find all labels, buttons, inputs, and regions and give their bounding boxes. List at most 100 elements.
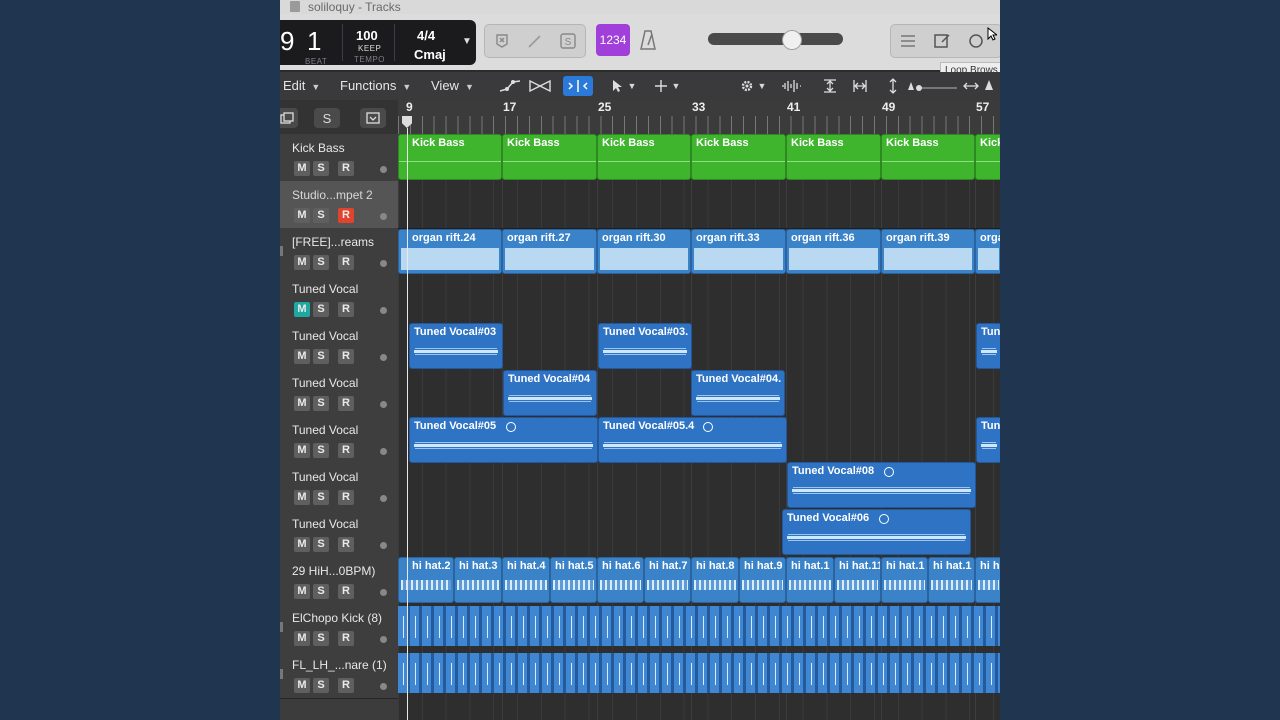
audio-region[interactable]: hi hat.1 [881, 557, 928, 603]
track-header[interactable]: Tuned Vocal M S R [280, 510, 398, 558]
mute-button[interactable]: M [294, 302, 310, 317]
view-menu[interactable]: View ▼ [431, 78, 474, 93]
solo-button[interactable]: S [313, 302, 329, 317]
midi-region[interactable]: Kick Bass [398, 134, 502, 180]
audio-region[interactable]: Tun [976, 323, 1000, 369]
midi-region[interactable]: Kick [975, 134, 1000, 180]
track-header[interactable]: Tuned Vocal M S R [280, 463, 398, 511]
audio-region[interactable]: Tuned Vocal#08 [787, 462, 976, 508]
catch-playhead-button[interactable] [563, 76, 593, 96]
input-monitor-dot[interactable] [380, 213, 387, 220]
input-monitor-dot[interactable] [380, 495, 387, 502]
audio-region[interactable]: organ rift.27 [502, 229, 597, 274]
metronome-icon[interactable] [636, 26, 660, 54]
audio-region[interactable]: organ rift.36 [786, 229, 881, 274]
audio-region[interactable]: hi hat.11 [834, 557, 881, 603]
audio-region[interactable]: Tuned Vocal#04 [503, 370, 597, 416]
record-button[interactable]: R [338, 349, 354, 364]
solo-button[interactable]: S [313, 396, 329, 411]
audio-region[interactable]: hi hat.1 [786, 557, 834, 603]
vertical-zoom-icon[interactable] [818, 76, 842, 96]
mute-button[interactable]: M [294, 255, 310, 270]
audio-region[interactable]: hi h [975, 557, 1000, 603]
audio-region[interactable]: organ rift.33 [691, 229, 786, 274]
mute-button[interactable]: M [294, 349, 310, 364]
solo-button[interactable]: S [313, 208, 329, 223]
track-header[interactable]: Studio...mpet 2 M S R [280, 181, 398, 229]
horizontal-zoom-icon[interactable] [848, 76, 872, 96]
record-button[interactable]: R [338, 255, 354, 270]
track-header[interactable]: Kick Bass M S R [280, 134, 398, 182]
pointer-tool-icon[interactable]: ▼ [607, 76, 641, 96]
solo-button[interactable]: S [313, 443, 329, 458]
mute-button[interactable]: M [294, 537, 310, 552]
record-button[interactable]: R [338, 678, 354, 693]
playhead-line[interactable] [407, 128, 408, 720]
mute-button[interactable]: M [294, 584, 310, 599]
mute-button[interactable]: M [294, 161, 310, 176]
automation-icon[interactable] [496, 76, 524, 96]
midi-region[interactable]: Kick Bass [786, 134, 881, 180]
track-header[interactable]: Tuned Vocal M S R [280, 275, 398, 323]
audio-region[interactable]: hi hat.4 [502, 557, 550, 603]
audio-region[interactable]: Tuned Vocal#05.4 [598, 417, 787, 463]
mute-button[interactable]: M [294, 443, 310, 458]
track-header[interactable]: [FREE]...reams M S R [280, 228, 398, 276]
input-monitor-dot[interactable] [380, 354, 387, 361]
audio-region[interactable]: Tuned Vocal#03 [409, 323, 503, 369]
input-monitor-dot[interactable] [380, 636, 387, 643]
solo-button[interactable]: S [313, 631, 329, 646]
audio-region[interactable]: hi hat.1 [928, 557, 975, 603]
track-header[interactable]: ElChopo Kick (8) M S R [280, 604, 398, 652]
duplicate-track-icon[interactable] [280, 108, 298, 128]
mute-button[interactable]: M [294, 490, 310, 505]
tracks-area[interactable]: Kick Bass Kick Bass Kick Bass Kick Bass … [398, 134, 1000, 720]
solo-button[interactable]: S [313, 161, 329, 176]
input-monitor-dot[interactable] [380, 448, 387, 455]
record-button[interactable]: R [338, 396, 354, 411]
track-header[interactable]: Tuned Vocal M S R [280, 322, 398, 370]
midi-region[interactable]: Kick Bass [502, 134, 597, 180]
mute-button[interactable]: M [294, 631, 310, 646]
tuner-icon[interactable] [524, 30, 546, 52]
lcd-chevron-down-icon[interactable]: ▼ [462, 36, 476, 50]
solo-button[interactable]: S [313, 537, 329, 552]
waveform-size-icon[interactable] [982, 76, 996, 96]
crosshair-tool-icon[interactable]: ▼ [650, 76, 684, 96]
track-zoom-slider[interactable] [906, 76, 964, 96]
edit-menu[interactable]: Edit ▼ [283, 78, 320, 93]
horizontal-arrows-icon[interactable] [960, 76, 982, 96]
record-button[interactable]: R [338, 490, 354, 505]
audio-region[interactable]: hi hat.9 [739, 557, 786, 603]
audio-region[interactable]: hi hat.5 [550, 557, 597, 603]
master-volume-knob[interactable] [782, 30, 802, 50]
audio-region[interactable]: hi hat.7 [644, 557, 691, 603]
record-button[interactable]: R [338, 631, 354, 646]
audio-region[interactable]: orga [975, 229, 1000, 274]
mute-button[interactable]: M [294, 208, 310, 223]
audio-region[interactable]: Tuned Vocal#03. [598, 323, 692, 369]
solo-mode-icon[interactable]: S [557, 30, 579, 52]
kick-region-strip[interactable] [398, 606, 1000, 646]
solo-button[interactable]: S [313, 349, 329, 364]
input-monitor-dot[interactable] [380, 542, 387, 549]
functions-menu[interactable]: Functions ▼ [340, 78, 411, 93]
vertical-arrows-icon[interactable] [884, 76, 902, 96]
add-track-icon[interactable] [360, 108, 386, 128]
midi-region[interactable]: Kick Bass [691, 134, 786, 180]
master-volume-slider[interactable] [708, 33, 843, 45]
input-monitor-dot[interactable] [380, 401, 387, 408]
notepad-icon[interactable] [931, 30, 953, 52]
record-button[interactable]: R [338, 537, 354, 552]
audio-region[interactable]: Tuned Vocal#04. [691, 370, 785, 416]
record-button[interactable]: R [338, 443, 354, 458]
mute-button[interactable]: M [294, 678, 310, 693]
track-header[interactable]: Tuned Vocal M S R [280, 369, 398, 417]
audio-region[interactable]: hi hat.8 [691, 557, 739, 603]
bar-ruler[interactable]: 9 17 25 33 41 49 57 [398, 100, 1000, 135]
audio-region[interactable]: organ rift.30 [597, 229, 691, 274]
solo-button[interactable]: S [313, 255, 329, 270]
record-button[interactable]: R [338, 584, 354, 599]
waveform-zoom-icon[interactable] [778, 76, 804, 96]
input-monitor-dot[interactable] [380, 589, 387, 596]
